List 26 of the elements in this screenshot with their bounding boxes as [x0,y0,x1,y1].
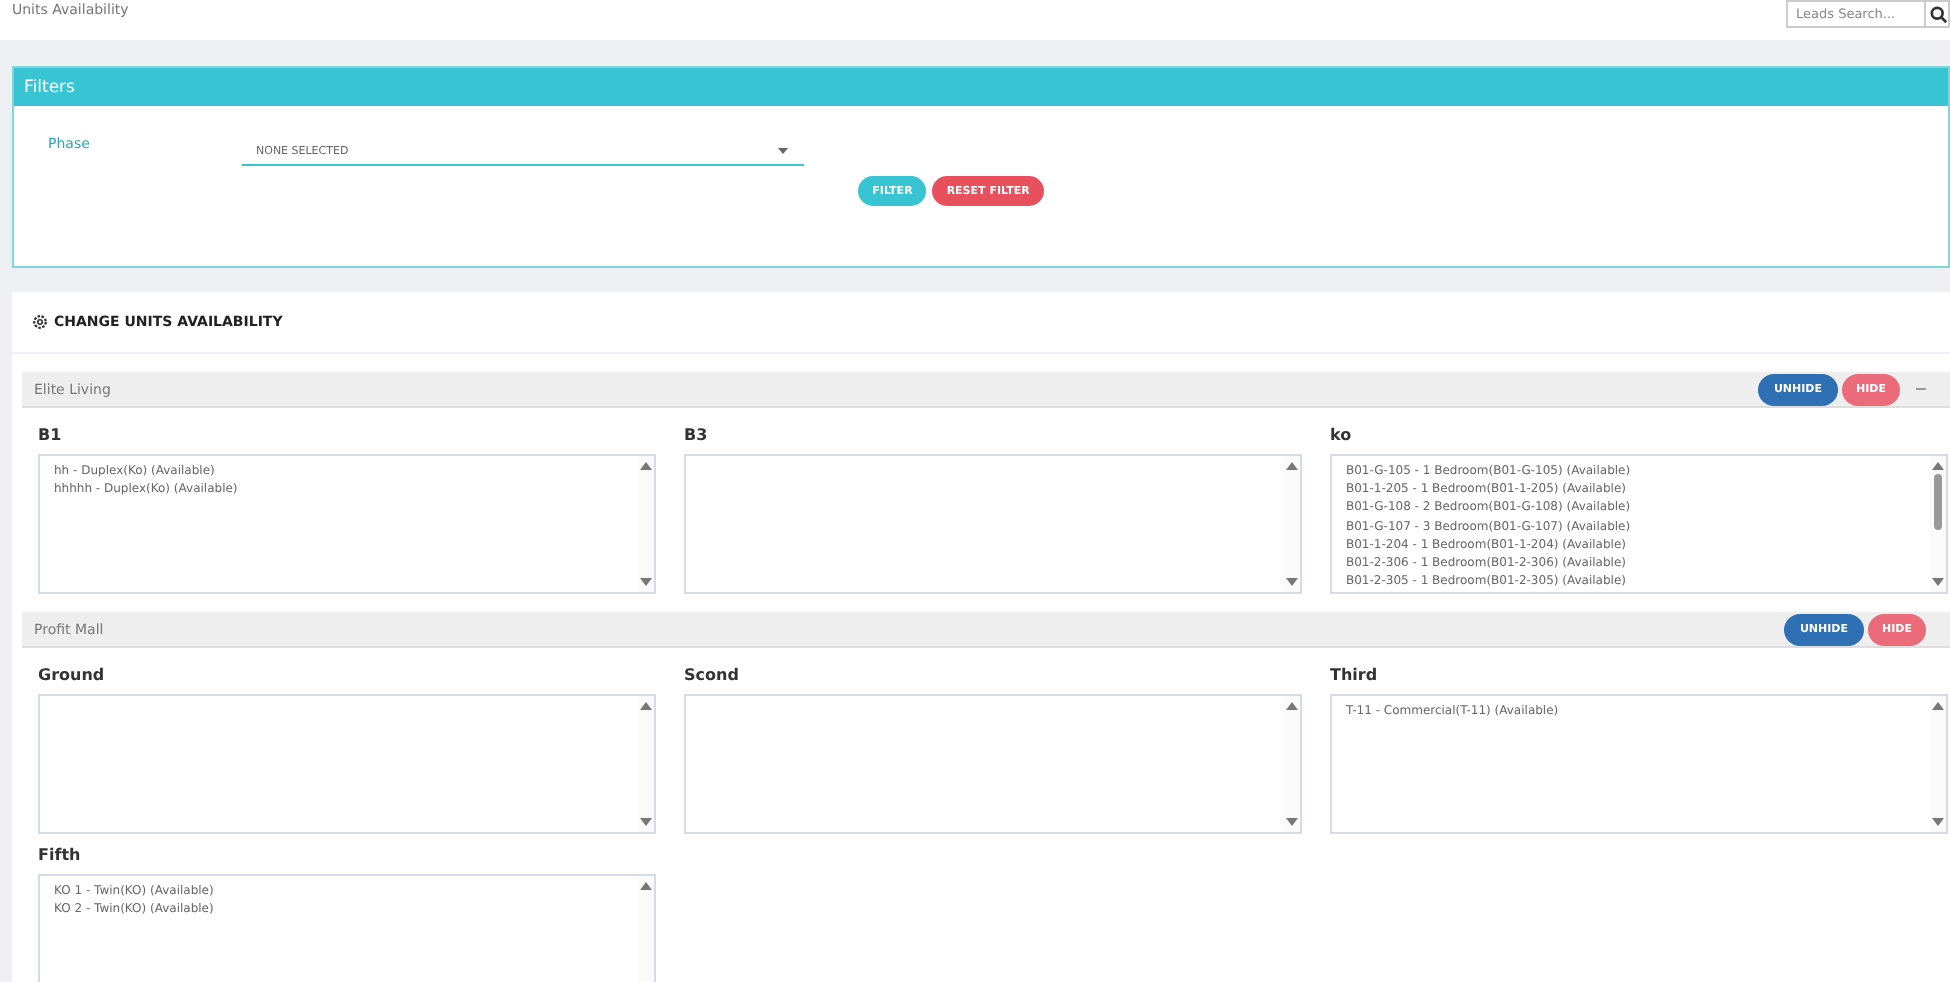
list-title: B1 [38,426,64,444]
scroll-down-icon[interactable] [1932,578,1944,586]
scroll-up-icon[interactable] [640,702,652,710]
list-title: Third [1330,666,1380,684]
scroll-down-icon[interactable] [640,578,652,586]
scroll-up-icon[interactable] [640,462,652,470]
scroll-up-icon[interactable] [1932,702,1944,710]
caret-icon [778,148,788,154]
scroll-down-icon[interactable] [1286,818,1298,826]
scroll-up-icon[interactable] [640,882,652,890]
scrollbar-thumb[interactable] [1934,474,1942,530]
filters-title: Filters [24,77,75,97]
scroll-up-icon[interactable] [1932,462,1944,470]
list-title: Fifth [38,846,83,864]
scroll-up-icon[interactable] [1286,462,1298,470]
list-title: ko [1330,426,1354,444]
scroll-up-icon[interactable] [1286,702,1298,710]
scroll-down-icon[interactable] [640,818,652,826]
scroll-down-icon[interactable] [1932,818,1944,826]
list-title: B3 [684,426,710,444]
list-title: Ground [38,666,107,684]
gear-icon [32,314,48,330]
list-title: Scond [684,666,741,684]
search-button[interactable] [1926,0,1950,28]
scroll-down-icon[interactable] [1286,578,1298,586]
unit-listbox[interactable] [1330,454,1948,594]
